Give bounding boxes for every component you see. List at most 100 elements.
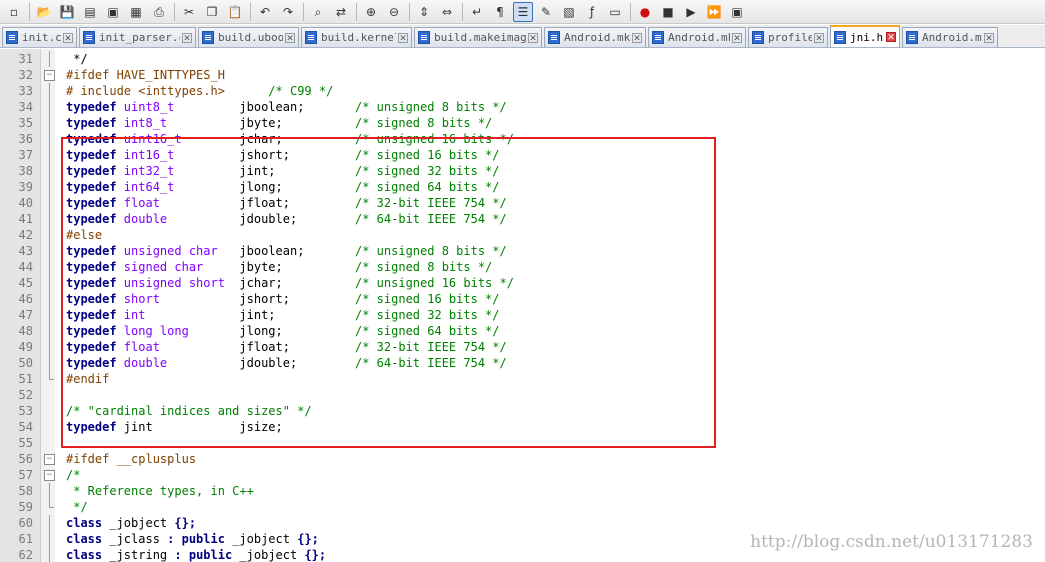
indent-guide-icon[interactable]: ☰ <box>513 1 533 22</box>
cut-icon[interactable]: ✂ <box>179 2 199 22</box>
tab-init-c[interactable]: init.c ✕ <box>2 27 77 47</box>
play-macro-icon[interactable]: ▶ <box>681 2 701 22</box>
tab-build-kernel[interactable]: build.kernel ✕ <box>301 27 412 47</box>
code-line: 31 */ <box>0 51 1045 67</box>
code-token: typedef <box>66 324 124 338</box>
code-token: long long <box>123 324 189 338</box>
code-token: jshort; <box>174 148 355 162</box>
code-text: /* "cardinal indices and sizes" */ <box>66 403 312 419</box>
tab-init-parser-c[interactable]: init_parser.c ✕ <box>79 27 196 47</box>
toolbar-separator <box>630 2 631 21</box>
redo-icon[interactable]: ↷ <box>278 2 298 22</box>
line-number: 57 <box>18 468 33 482</box>
tab-build-uboot[interactable]: build.uboot✕ <box>198 27 299 47</box>
zoom-in-icon[interactable]: ⊕ <box>361 2 381 22</box>
sync-h-icon[interactable]: ⇔ <box>437 2 457 22</box>
print-icon[interactable]: ⎙ <box>149 2 169 22</box>
copy-icon[interactable]: ❐ <box>202 2 222 22</box>
fold-toggle-icon[interactable] <box>43 67 55 83</box>
line-number: 49 <box>18 340 33 354</box>
code-text: class _jobject {}; <box>66 515 196 531</box>
toolbar-separator <box>356 2 357 21</box>
replace-icon[interactable]: ⇄ <box>331 2 351 22</box>
code-line: 38 typedef int32_t jint; /* signed 32 bit… <box>0 163 1045 179</box>
code-line: 50 typedef double jdouble; /* 64-bit IEEE… <box>0 355 1045 371</box>
code-editor[interactable]: 31 */32#ifdef HAVE_INTTYPES_H33# include… <box>0 49 1045 562</box>
toolbar-separator <box>250 2 251 21</box>
record-macro-icon[interactable]: ● <box>635 2 655 22</box>
undo-icon[interactable]: ↶ <box>255 2 275 22</box>
line-number: 32 <box>18 68 33 82</box>
code-text: #ifdef HAVE_INTTYPES_H <box>66 67 225 83</box>
tab-close-icon[interactable]: ✕ <box>285 32 295 44</box>
tab-close-icon[interactable]: ✕ <box>528 32 538 44</box>
code-line: 42 #else <box>0 227 1045 243</box>
fold-line-icon <box>43 179 55 195</box>
code-text: typedef float jfloat; /* 32-bit IEEE 754… <box>66 339 507 355</box>
fold-toggle-icon[interactable] <box>43 451 55 467</box>
toolbar-separator <box>174 2 175 21</box>
code-token: /* 32-bit IEEE 754 */ <box>355 196 507 210</box>
code-token: _jobject <box>232 532 298 546</box>
save-all-icon[interactable]: ▤ <box>80 2 100 22</box>
tab-profile[interactable]: profile ✕ <box>748 27 828 47</box>
folder-workspace-icon[interactable]: ▭ <box>605 2 625 22</box>
tab-close-icon[interactable]: ✕ <box>984 32 994 44</box>
doc-map-icon[interactable]: ▧ <box>559 2 579 22</box>
code-token: {}; <box>304 548 327 562</box>
tab-label: Android.mk <box>668 31 730 44</box>
code-token: /* signed 16 bits */ <box>355 292 500 306</box>
code-text: /* <box>66 467 80 483</box>
fold-line-icon <box>43 243 55 259</box>
save-icon[interactable]: 💾 <box>57 2 77 22</box>
code-token: uint16_t <box>123 132 182 146</box>
code-text: typedef jint jsize; <box>66 419 283 435</box>
code-text: typedef unsigned char jboolean; /* unsig… <box>66 243 507 259</box>
tab-close-icon[interactable]: ✕ <box>886 32 896 43</box>
tab-label: jni.h <box>850 30 884 44</box>
stop-macro-icon[interactable]: ■ <box>658 2 678 22</box>
tab-label: profile <box>768 31 812 44</box>
code-token: typedef <box>66 100 124 114</box>
tab-close-icon[interactable]: ✕ <box>63 32 73 44</box>
code-token: typedef <box>66 164 124 178</box>
fold-toggle-icon[interactable] <box>43 467 55 483</box>
paste-icon[interactable]: 📋 <box>225 2 245 22</box>
code-token: unsigned short <box>123 276 225 290</box>
code-line: 60 class _jobject {}; <box>0 515 1045 531</box>
code-text: typedef uint16_t jchar; /* unsigned 16 b… <box>66 131 514 147</box>
tab-android-mk[interactable]: Android.mk ✕ <box>544 27 646 47</box>
zoom-out-icon[interactable]: ⊖ <box>384 2 404 22</box>
code-text: */ <box>66 499 87 515</box>
code-token: _jclass <box>109 532 168 546</box>
fold-line-icon <box>43 131 55 147</box>
tab-build-makeimage[interactable]: build.makeimage ✕ <box>414 27 542 47</box>
code-token: class <box>66 516 110 530</box>
tab-close-icon[interactable]: ✕ <box>632 32 642 44</box>
tab-jni-h[interactable]: jni.h ✕ <box>830 25 900 47</box>
find-icon[interactable]: ⌕ <box>308 2 328 22</box>
run-macro-multiple-icon[interactable]: ⏩ <box>704 2 724 22</box>
save-macro-icon[interactable]: ▣ <box>727 2 747 22</box>
tab-close-icon[interactable]: ✕ <box>398 32 408 44</box>
udl-icon[interactable]: ✎ <box>536 2 556 22</box>
code-token: unsigned char <box>123 244 218 258</box>
line-number: 42 <box>18 228 33 242</box>
function-list-icon[interactable]: ƒ <box>582 2 602 22</box>
tab-close-icon[interactable]: ✕ <box>814 32 824 44</box>
close-icon[interactable]: ▣ <box>103 2 123 22</box>
tab-close-icon[interactable]: ✕ <box>732 32 742 44</box>
close-all-icon[interactable]: ▦ <box>126 2 146 22</box>
new-file-icon[interactable]: ▫ <box>4 2 24 22</box>
tab-android-mk[interactable]: Android.mk ✕ <box>902 27 998 47</box>
wrap-icon[interactable]: ↵ <box>467 2 487 22</box>
code-token: /* signed 32 bits */ <box>355 308 500 322</box>
file-icon <box>548 31 560 44</box>
tab-android-mk[interactable]: Android.mk ✕ <box>648 27 746 47</box>
show-all-chars-icon[interactable]: ¶ <box>490 2 510 22</box>
sync-v-icon[interactable]: ⇕ <box>414 2 434 22</box>
open-file-icon[interactable]: 📂 <box>34 2 54 22</box>
code-token: double <box>123 356 168 370</box>
watermark: http://blog.csdn.net/u013171283 <box>750 532 1033 552</box>
tab-close-icon[interactable]: ✕ <box>182 32 192 44</box>
